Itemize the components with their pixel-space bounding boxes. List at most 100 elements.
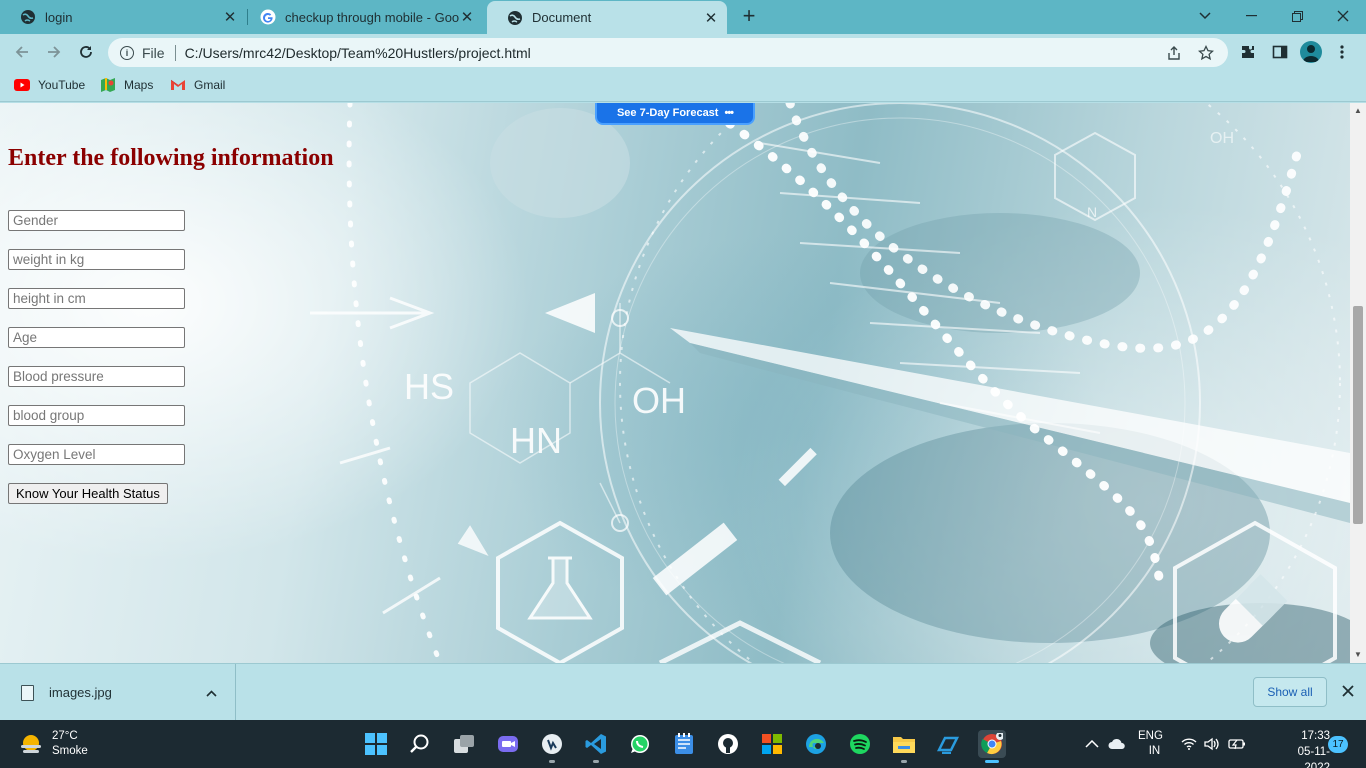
tab-title: checkup through mobile - Google Search [285,9,459,25]
language-label: ENG [1138,730,1163,742]
whatsapp-app[interactable] [626,730,654,758]
tab-google-search[interactable]: checkup through mobile - Google Search ✕ [240,0,487,34]
chevron-down-icon [1199,12,1211,20]
chat-icon [498,736,518,752]
menu-icon[interactable] [1332,42,1352,62]
github-icon [718,734,738,754]
close-icon[interactable]: ✕ [459,8,475,26]
tab-document[interactable]: Document ✕ [487,1,727,34]
running-indicator [985,760,999,763]
page-scrollbar[interactable]: ▲ ▼ [1350,103,1366,663]
spotify-app[interactable] [846,730,874,758]
weather-description: Smoke [52,745,88,757]
network-tray[interactable] [1181,720,1197,768]
show-all-button[interactable]: Show all [1253,677,1327,707]
globe-icon [507,10,523,26]
close-icon[interactable]: ✕ [222,8,238,26]
notification-badge[interactable]: 17 [1328,736,1348,753]
star-icon[interactable] [1198,44,1214,61]
weight-input[interactable] [8,249,185,270]
remote-app[interactable] [934,730,962,758]
file-explorer-app[interactable] [890,730,918,763]
minimize-icon [1245,15,1257,17]
onedrive-tray[interactable] [1108,720,1126,768]
scroll-up-icon[interactable]: ▲ [1350,104,1366,118]
volume-tray[interactable] [1204,720,1220,768]
chrome-app[interactable] [978,730,1006,763]
restore-button[interactable] [1274,0,1320,32]
download-item[interactable]: images.jpg [0,664,236,721]
office-app[interactable] [758,730,786,758]
close-window-button[interactable] [1320,0,1366,32]
extensions-icon[interactable] [1238,42,1258,62]
address-divider [174,44,176,61]
github-app[interactable] [714,730,742,758]
back-button[interactable] [10,40,34,64]
bookmark-label: YouTube [38,78,86,92]
running-indicator [593,760,599,763]
start-button[interactable] [362,730,390,758]
bookmark-youtube[interactable]: YouTube [14,77,85,93]
address-scheme: File [142,44,165,61]
forecast-button[interactable]: See 7-Day Forecast ••• [595,103,755,125]
restore-icon [1291,10,1303,22]
molecule-label-n: N [1087,204,1097,220]
weather-haze-icon [21,735,41,753]
tab-search-button[interactable] [1182,0,1228,32]
tab-login[interactable]: login ✕ [0,0,246,34]
file-explorer-icon [893,737,915,753]
blood-pressure-input[interactable] [8,366,185,387]
arrow-right-icon [48,46,61,58]
reload-button[interactable] [74,40,98,64]
minimize-button[interactable] [1228,0,1274,32]
height-input[interactable] [8,288,185,309]
address-bar[interactable]: i File C:/Users/mrc42/Desktop/Team%20Hus… [108,38,1228,67]
share-icon[interactable] [1166,45,1182,61]
gender-input[interactable] [8,210,185,231]
taskbar-search[interactable] [406,730,434,758]
age-input[interactable] [8,327,185,348]
bookmark-maps[interactable]: Maps [100,77,153,93]
close-icon [1342,685,1354,697]
chrome-icon [981,733,1003,755]
new-tab-button[interactable]: + [738,5,760,27]
page-heading: Enter the following information [8,145,334,171]
toolbar: i File C:/Users/mrc42/Desktop/Team%20Hus… [0,34,1366,70]
vscode-app[interactable] [582,730,610,763]
spotify-icon [850,734,870,754]
oxygen-level-input[interactable] [8,444,185,465]
file-icon [21,684,34,701]
clock[interactable]: 17:33 05-11-2022 [1280,728,1330,768]
taskbar-app[interactable] [538,730,566,763]
download-file-name: images.jpg [49,685,112,700]
health-status-button[interactable]: Know Your Health Status [8,483,168,504]
battery-tray[interactable] [1228,720,1246,768]
forecast-label: See 7-Day Forecast [616,107,719,119]
show-hidden-icons[interactable] [1085,720,1099,768]
profile-avatar[interactable] [1300,41,1322,63]
close-icon[interactable]: ✕ [703,9,719,27]
remote-icon [936,736,960,754]
close-shelf-button[interactable] [1338,682,1358,702]
youtube-icon [14,77,30,93]
task-view-button[interactable] [450,730,478,758]
address-url[interactable]: C:/Users/mrc42/Desktop/Team%20Hustlers/p… [185,45,531,61]
notes-app[interactable] [670,730,698,758]
scrollbar-thumb[interactable] [1353,306,1363,524]
forward-button[interactable] [42,40,66,64]
weather-widget[interactable]: 27°C Smoke [18,729,88,759]
app-icon [542,734,562,754]
arrow-left-icon [15,46,28,58]
scroll-down-icon[interactable]: ▼ [1350,648,1366,662]
chevron-up-icon[interactable] [206,686,217,700]
side-panel-icon[interactable] [1270,42,1290,62]
more-icon: ••• [724,107,734,119]
edge-app[interactable] [802,730,830,758]
weather-temperature: 27°C [52,730,78,742]
chat-app[interactable] [494,730,522,758]
bookmark-gmail[interactable]: Gmail [170,77,225,93]
language-indicator[interactable]: ENG IN [1138,720,1163,768]
person-icon [1303,45,1319,62]
blood-group-input[interactable] [8,405,185,426]
info-icon[interactable]: i [120,45,134,60]
